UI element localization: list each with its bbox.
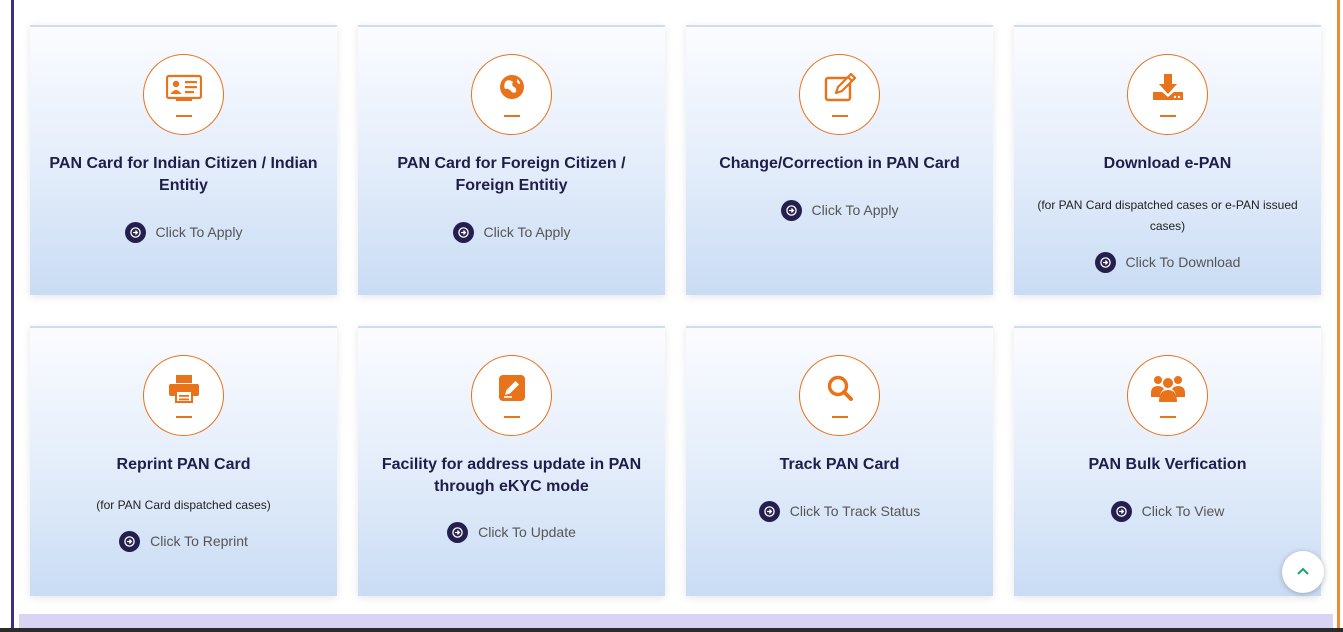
view-label: Click To View <box>1141 503 1225 519</box>
arrow-circle-icon <box>1094 251 1116 273</box>
update-button[interactable]: Click To Update <box>358 521 665 543</box>
pencil-square-icon <box>471 355 552 436</box>
apply-label: Click To Apply <box>155 224 243 240</box>
id-card-icon <box>143 54 224 135</box>
apply-button[interactable]: Click To Apply <box>358 221 665 243</box>
card-title: Track PAN Card <box>779 456 900 473</box>
card-title: Reprint PAN Card <box>116 456 251 473</box>
printer-icon <box>143 355 224 436</box>
card-foreign-citizen: PAN Card for Foreign Citizen / Foreign E… <box>358 25 665 295</box>
edit-icon <box>799 54 880 135</box>
card-title: PAN Bulk Verfication <box>1088 456 1247 473</box>
arrow-circle-icon <box>124 221 146 243</box>
view-button[interactable]: Click To View <box>1014 500 1321 522</box>
reprint-label: Click To Reprint <box>150 533 248 549</box>
apply-button[interactable]: Click To Apply <box>686 199 993 221</box>
card-note: (for PAN Card dispatched cases or e-PAN … <box>1037 198 1298 233</box>
users-icon <box>1127 355 1208 436</box>
chevron-up-icon <box>1296 563 1310 581</box>
globe-icon <box>471 54 552 135</box>
card-download-epan: Download e-PAN (for PAN Card dispatched … <box>1014 25 1321 295</box>
bottom-border <box>0 628 1343 632</box>
scroll-to-top-button[interactable] <box>1282 551 1324 593</box>
arrow-circle-icon <box>758 500 780 522</box>
left-border <box>11 0 14 632</box>
search-icon <box>799 355 880 436</box>
apply-button[interactable]: Click To Apply <box>30 221 337 243</box>
arrow-circle-icon <box>119 530 141 552</box>
card-track-pan: Track PAN Card Click To Track Status <box>686 326 993 596</box>
download-icon <box>1127 54 1208 135</box>
card-note: (for PAN Card dispatched cases) <box>96 498 271 512</box>
card-title: PAN Card for Indian Citizen / Indian Ent… <box>49 155 318 194</box>
card-title: PAN Card for Foreign Citizen / Foreign E… <box>397 155 626 194</box>
arrow-circle-icon <box>452 221 474 243</box>
update-label: Click To Update <box>478 524 576 540</box>
card-title: Download e-PAN <box>1103 155 1232 172</box>
card-address-update: Facility for address update in PAN throu… <box>358 326 665 596</box>
card-bulk-verification: PAN Bulk Verfication Click To View <box>1014 326 1321 596</box>
card-title: Facility for address update in PAN throu… <box>381 456 642 495</box>
right-border <box>1337 0 1340 632</box>
download-button[interactable]: Click To Download <box>1014 251 1321 273</box>
apply-label: Click To Apply <box>811 202 899 218</box>
card-change-correction: Change/Correction in PAN Card Click To A… <box>686 25 993 295</box>
card-title: Change/Correction in PAN Card <box>719 155 960 172</box>
reprint-button[interactable]: Click To Reprint <box>30 530 337 552</box>
track-status-button[interactable]: Click To Track Status <box>686 500 993 522</box>
download-label: Click To Download <box>1125 254 1241 270</box>
page: PAN Card for Indian Citizen / Indian Ent… <box>0 0 1343 632</box>
card-reprint: Reprint PAN Card (for PAN Card dispatche… <box>30 326 337 596</box>
arrow-circle-icon <box>1110 500 1132 522</box>
arrow-circle-icon <box>780 199 802 221</box>
arrow-circle-icon <box>447 521 469 543</box>
track-status-label: Click To Track Status <box>789 503 921 519</box>
card-indian-citizen: PAN Card for Indian Citizen / Indian Ent… <box>30 25 337 295</box>
apply-label: Click To Apply <box>483 224 571 240</box>
